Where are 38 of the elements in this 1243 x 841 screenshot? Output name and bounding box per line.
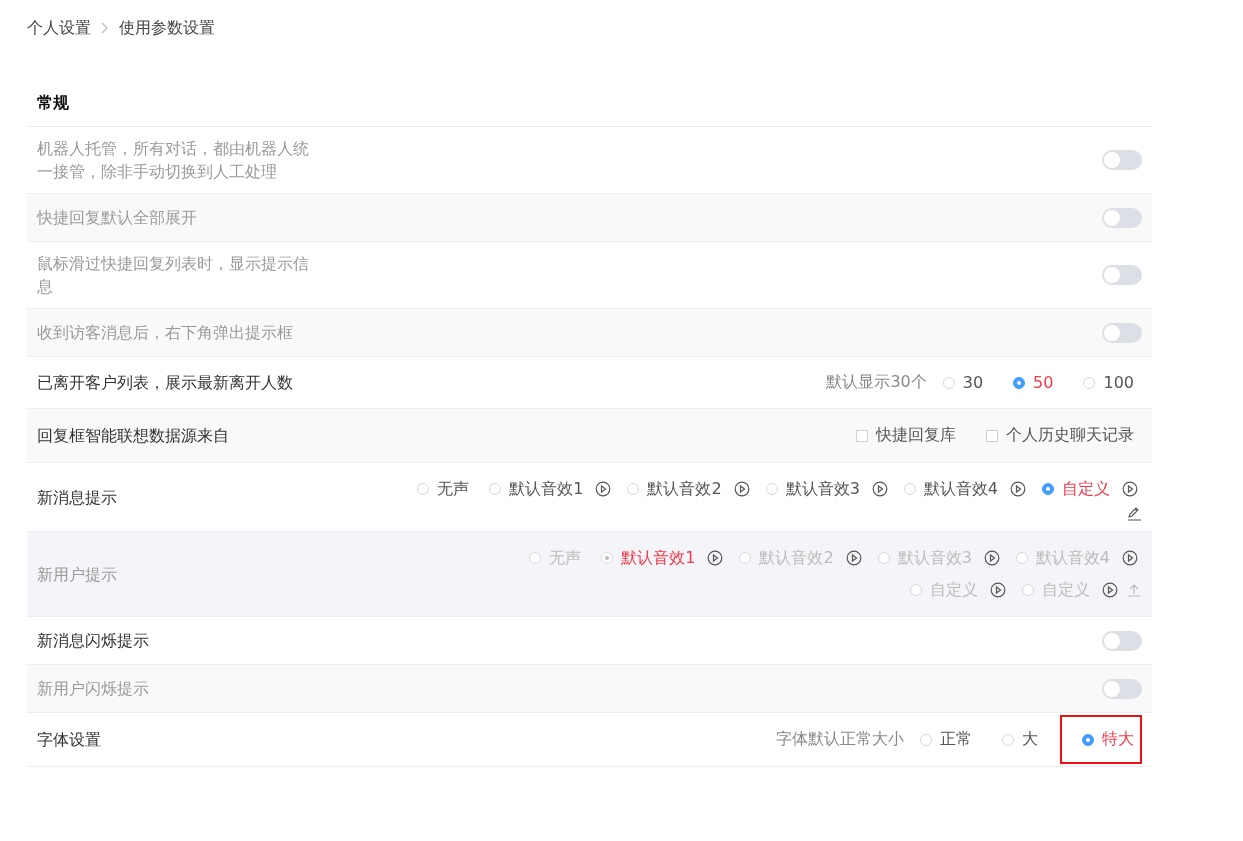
sound-option[interactable]: 自定义 [1034, 473, 1118, 505]
setting-label: 已离开客户列表，展示最新离开人数 [37, 372, 294, 394]
breadcrumb-item: 使用参数设置 [119, 17, 215, 39]
play-icon[interactable] [733, 481, 750, 497]
chevron-right-icon [101, 22, 109, 34]
breadcrumb-item[interactable]: 个人设置 [27, 17, 91, 39]
radio-option[interactable]: 50 [1005, 367, 1062, 398]
section-title: 常规 [37, 93, 69, 112]
play-icon[interactable] [1010, 481, 1026, 497]
setting-label: 新用户提示 [37, 563, 118, 586]
setting-label: 快捷回复默认全部展开 [37, 207, 198, 229]
sound-option[interactable]: 默认音效3 [757, 473, 868, 505]
radio-option[interactable]: 特大 [1060, 715, 1142, 764]
setting-label: 收到访客消息后，右下角弹出提示框 [37, 322, 294, 344]
setting-label: 新消息闪烁提示 [37, 630, 150, 652]
radio-option[interactable]: 正常 [912, 723, 980, 756]
checkbox-option[interactable]: 快捷回复库 [848, 419, 964, 452]
setting-label: 机器人托管，所有对话，都由机器人统一接管，除非手动切换到人工处理 [37, 138, 310, 183]
setting-label: 字体设置 [37, 729, 102, 751]
sound-option[interactable]: 默认音效1 [481, 473, 592, 505]
hint-text: 字体默认正常大小 [776, 729, 904, 750]
hint-text: 默认显示30个 [826, 372, 927, 393]
radio-option[interactable]: 100 [1075, 367, 1142, 398]
sound-option[interactable]: 无声 [409, 473, 478, 505]
play-icon[interactable] [595, 481, 612, 497]
radio-option[interactable]: 大 [994, 723, 1046, 756]
pencil-icon[interactable] [1126, 505, 1142, 521]
checkbox-option[interactable]: 个人历史聊天记录 [978, 419, 1142, 452]
setting-label: 新用户闪烁提示 [37, 678, 150, 700]
sound-option[interactable]: 默认音效2 [619, 473, 730, 505]
setting-label: 鼠标滑过快捷回复列表时，显示提示信息 [37, 253, 310, 298]
toggle-switch[interactable] [1102, 630, 1142, 651]
play-icon[interactable] [1122, 481, 1138, 497]
setting-label: 新消息提示 [37, 486, 118, 509]
radio-option[interactable]: 30 [934, 367, 992, 398]
play-icon[interactable] [871, 481, 888, 497]
sound-option[interactable]: 默认音效4 [895, 473, 1006, 505]
setting-label: 回复框智能联想数据源来自 [37, 425, 230, 447]
